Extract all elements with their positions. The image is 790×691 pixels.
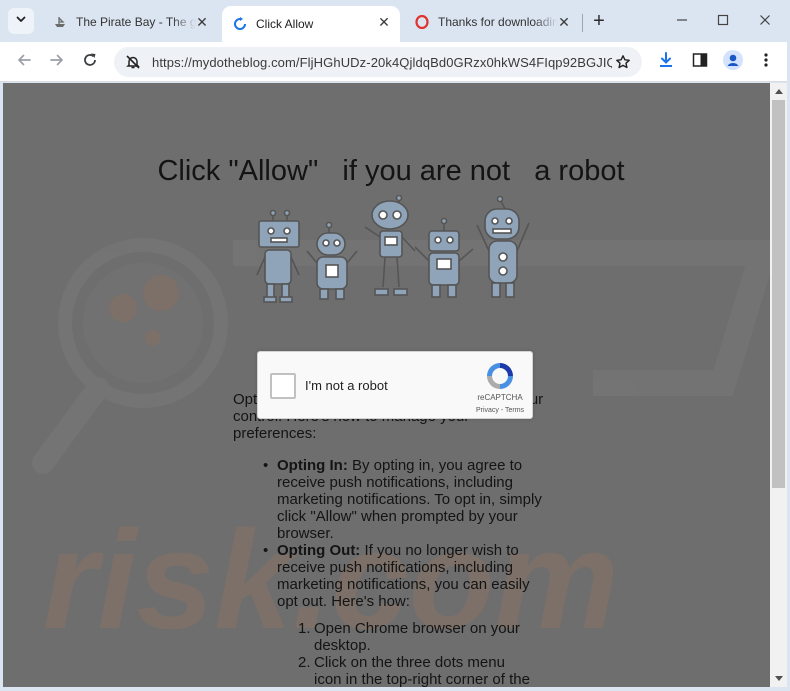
robots-illustration [256,195,530,303]
back-button[interactable] [12,50,36,74]
kebab-menu-icon [763,52,769,73]
option-title: Opting In: [277,457,348,474]
robot-figure [306,221,358,300]
minimize-icon [676,13,688,29]
page-viewport: risk.com Click "Allow" if you are not a … [3,83,770,687]
vertical-scrollbar[interactable] [770,83,787,687]
tab-opera[interactable]: Thanks for downloading Opera ✕ [404,6,580,38]
chevron-down-icon [15,12,27,30]
bookmark-star-icon[interactable] [614,53,632,71]
tab-search-button[interactable] [8,8,34,34]
menu-button[interactable] [755,51,777,73]
side-panel-icon [692,52,708,73]
step-text: Open Chrome browser on your desktop. [314,620,520,654]
tab-pirate-bay[interactable]: The Pirate Bay - The galaxy's most resil… [42,6,218,38]
option-title: Opting Out: [277,542,361,559]
robot-figure [476,195,530,298]
reload-icon [82,52,98,73]
new-tab-button[interactable]: + [588,10,610,32]
tab-strip: The Pirate Bay - The galaxy's most resil… [0,0,790,42]
profile-button[interactable] [722,49,744,75]
notification-info: Opt in or out of push notifications is w… [233,391,553,687]
step-text: Click on the three dots menu icon in the… [314,654,530,687]
side-panel-button[interactable] [689,51,711,73]
robot-figure [364,195,416,296]
arrow-right-icon [49,52,65,73]
pirate-ship-icon [52,14,68,30]
loading-spinner-icon [232,16,248,32]
address-bar[interactable]: https://mydotheblog.com/FljHGhUDz-20k4Qj… [114,47,642,77]
tab-title: The Pirate Bay - The galaxy's most resil… [76,15,196,29]
arrow-left-icon [16,52,32,73]
page-title: Click "Allow" if you are not a robot [157,155,625,187]
step-number: 1. [298,620,311,637]
recaptcha-logo-icon [487,363,513,389]
browser-toolbar: https://mydotheblog.com/FljHGhUDz-20k4Qj… [0,42,790,82]
avatar [723,49,743,75]
list-item: Opting Out: If you no longer wish to rec… [263,542,553,610]
recaptcha-widget: I'm not a robot reCAPTCHA Privacy - Term… [257,351,533,419]
robot-figure [256,209,300,303]
recaptcha-terms-link[interactable]: Privacy - Terms [471,407,529,414]
tab-title: Thanks for downloading Opera [438,15,558,29]
opera-icon [414,14,430,30]
forward-button[interactable] [45,50,69,74]
recaptcha-checkbox[interactable] [270,373,296,399]
recaptcha-label: I'm not a robot [305,378,388,393]
close-window-button[interactable] [750,8,780,34]
list-item: 1. Open Chrome browser on your desktop. [298,620,533,654]
downloads-button[interactable] [655,51,677,73]
scrollbar-thumb[interactable] [772,100,785,488]
maximize-button[interactable] [708,8,738,34]
scroll-up-arrow-icon[interactable] [770,83,787,99]
notifications-blocked-icon[interactable] [124,53,142,71]
robot-figure [414,217,474,298]
plus-icon: + [593,9,605,32]
steps-list: 1. Open Chrome browser on your desktop. 2… [233,620,533,687]
window-frame [0,687,790,691]
minimize-button[interactable] [667,8,697,34]
close-icon[interactable]: ✕ [376,14,392,30]
tab-title: Click Allow [256,17,314,31]
close-icon [759,13,771,29]
reload-button[interactable] [78,50,102,74]
options-list: Opting In: By opting in, you agree to re… [233,457,553,610]
scroll-down-arrow-icon[interactable] [770,671,787,687]
recaptcha-brand: reCAPTCHA [477,393,523,402]
maximize-icon [717,13,729,29]
download-icon [657,51,675,74]
close-icon[interactable]: ✕ [194,14,210,30]
tab-click-allow[interactable]: Click Allow ✕ [222,6,400,42]
list-item: Opting In: By opting in, you agree to re… [263,457,553,542]
tab-separator [582,14,583,32]
url-text[interactable]: https://mydotheblog.com/FljHGhUDz-20k4Qj… [152,55,612,70]
list-item: 2. Click on the three dots menu icon in t… [298,654,533,687]
step-number: 2. [298,654,311,671]
close-icon[interactable]: ✕ [556,14,572,30]
